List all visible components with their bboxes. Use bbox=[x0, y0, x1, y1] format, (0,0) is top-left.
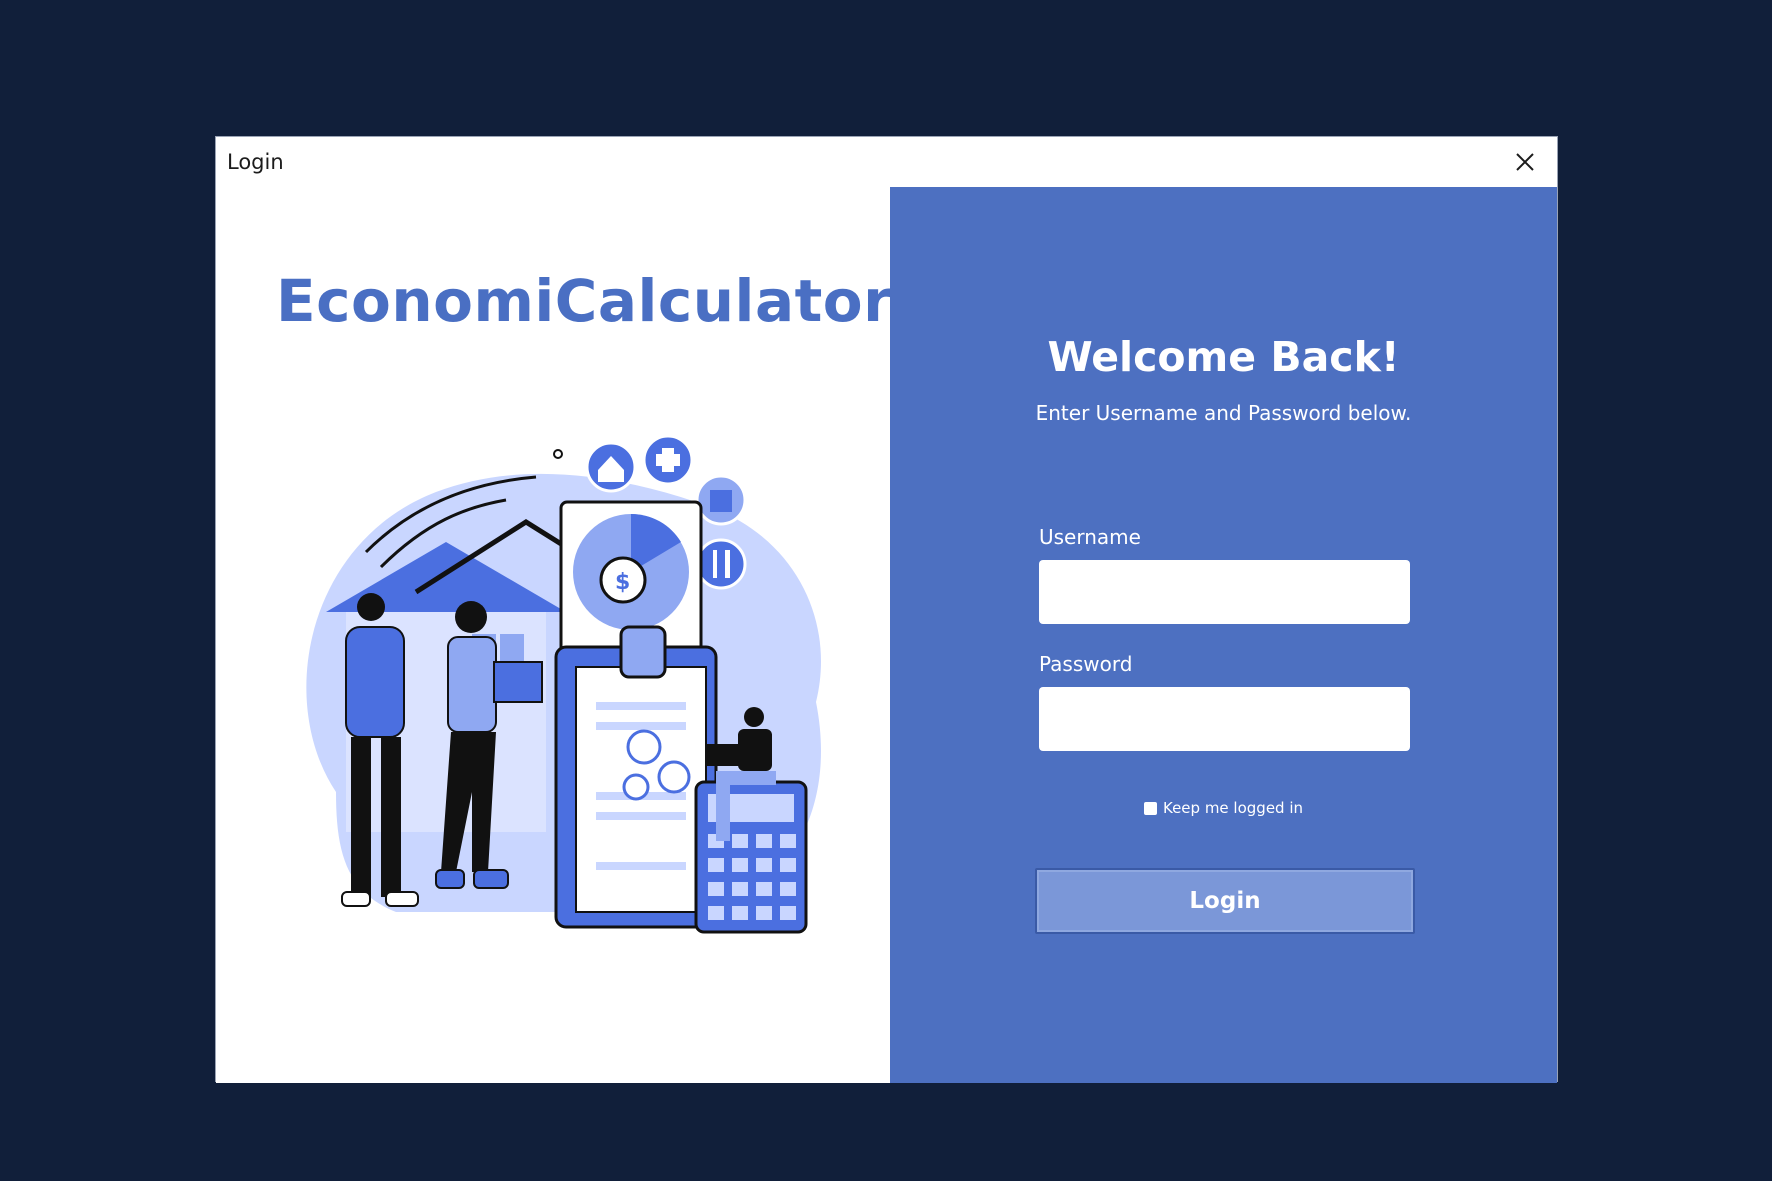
welcome-subtitle: Enter Username and Password below. bbox=[1035, 401, 1412, 425]
welcome-heading: Welcome Back! bbox=[1047, 333, 1400, 381]
remember-me-label[interactable]: Keep me logged in bbox=[1163, 799, 1303, 817]
title-bar: Login bbox=[216, 137, 1557, 187]
svg-text:$: $ bbox=[615, 570, 630, 595]
remember-me-checkbox[interactable] bbox=[1143, 801, 1157, 815]
house-icon bbox=[585, 441, 637, 493]
username-label: Username bbox=[1039, 525, 1141, 549]
plus-icon bbox=[642, 434, 694, 486]
dollar-icon: $ bbox=[599, 556, 647, 604]
clothes-icon bbox=[695, 474, 747, 526]
username-field[interactable] bbox=[1039, 560, 1410, 624]
login-button[interactable]: Login bbox=[1035, 868, 1415, 934]
close-button[interactable] bbox=[1507, 145, 1543, 179]
login-panel: Welcome Back! Enter Username and Passwor… bbox=[890, 187, 1557, 1083]
branding-panel: EconomiCalculator $ bbox=[216, 187, 893, 1083]
password-label: Password bbox=[1039, 652, 1133, 676]
remember-me-row: Keep me logged in bbox=[890, 799, 1557, 817]
finance-illustration: $ bbox=[306, 434, 821, 934]
app-title: EconomiCalculator bbox=[276, 267, 893, 335]
window-title: Login bbox=[227, 150, 284, 174]
close-icon bbox=[1516, 153, 1534, 171]
password-field[interactable] bbox=[1039, 687, 1410, 751]
login-window: Login EconomiCalculator $ Welcome Back! … bbox=[215, 136, 1558, 1083]
fork-knife-icon bbox=[695, 538, 747, 590]
